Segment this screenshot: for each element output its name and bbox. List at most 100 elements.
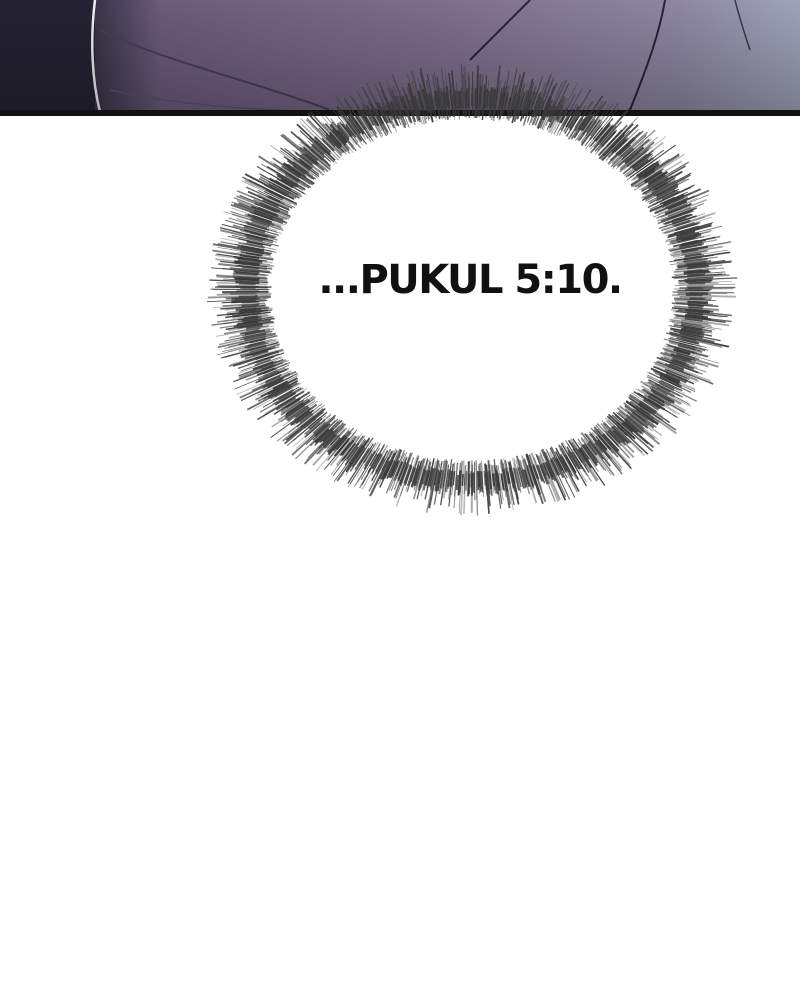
burst-line [647, 187, 692, 209]
burst-core-line [683, 271, 711, 275]
burst-core-line [286, 405, 309, 422]
burst-line [283, 162, 315, 185]
burst-line [619, 406, 648, 429]
burst-core-line [671, 359, 695, 370]
burst-line [209, 279, 268, 283]
burst-core-line [561, 456, 572, 473]
burst-core-line [670, 353, 692, 363]
burst-core-line [660, 379, 683, 392]
burst-line [525, 453, 541, 495]
burst-line [504, 460, 513, 501]
burst-core-line [284, 405, 306, 421]
burst-line [217, 246, 272, 257]
burst-core-line [389, 460, 399, 479]
burst-core-line [592, 438, 611, 459]
burst-core-line [598, 125, 614, 142]
burst-core-line [253, 209, 275, 219]
burst-core-line [650, 388, 675, 404]
burst-line [395, 452, 413, 499]
burst-core-line [647, 394, 666, 407]
burst-core-line [647, 174, 666, 187]
burst-core-line [444, 469, 451, 493]
burst-core-line [347, 118, 362, 136]
burst-line [595, 130, 617, 155]
burst-line [284, 399, 311, 418]
burst-core-line [547, 460, 555, 475]
burst-core-line [502, 469, 509, 492]
burst-line [601, 117, 639, 155]
burst-line [669, 318, 712, 327]
burst-line [667, 344, 708, 358]
burst-line [619, 146, 652, 173]
burst-line [654, 370, 696, 391]
burst-line [670, 334, 723, 348]
burst-core-line [666, 208, 695, 220]
burst-core-line [656, 184, 679, 198]
burst-line [625, 157, 653, 178]
burst-line [564, 440, 589, 477]
burst-line [669, 243, 704, 251]
burst-line [669, 337, 702, 348]
burst-core-line [684, 317, 703, 322]
burst-line [420, 459, 429, 488]
burst-line [624, 141, 664, 173]
burst-line [232, 350, 279, 367]
burst-core-line [630, 410, 647, 423]
burst-core-line [404, 465, 413, 486]
burst-line [302, 146, 332, 171]
burst-core-line [346, 442, 360, 460]
burst-line [206, 298, 267, 303]
burst-core-line [244, 329, 266, 336]
burst-line [270, 160, 307, 185]
burst-core-line [491, 473, 496, 487]
burst-line [227, 338, 277, 352]
burst-core-line [618, 139, 634, 155]
burst-core-line [651, 179, 677, 195]
burst-line [244, 173, 295, 200]
burst-core-line [664, 202, 692, 216]
burst-line [282, 400, 318, 427]
burst-core-line [241, 265, 260, 271]
burst-core-line [274, 180, 291, 191]
burst-line [250, 176, 295, 201]
burst-line [453, 462, 458, 497]
burst-line [434, 463, 441, 491]
burst-line [315, 420, 339, 444]
burst-core-line [258, 195, 280, 207]
burst-line [657, 360, 712, 382]
burst-line [577, 441, 599, 472]
burst-core-line [671, 216, 687, 224]
burst-core-line [670, 209, 693, 219]
burst-core-line [266, 199, 280, 207]
burst-line [393, 452, 412, 498]
burst-core-line [295, 409, 314, 424]
burst-core-line [478, 470, 482, 492]
burst-core-line [572, 448, 584, 464]
burst-core-line [310, 145, 326, 159]
burst-line [663, 356, 707, 373]
burst-line [281, 133, 329, 173]
burst-line [399, 456, 415, 497]
burst-line [250, 195, 289, 213]
burst-core-line [235, 307, 257, 311]
burst-core-line [621, 148, 635, 161]
burst-line [542, 448, 567, 500]
burst-line [235, 306, 269, 312]
burst-core-line [590, 121, 603, 137]
burst-core-line [342, 442, 357, 461]
burst-line [643, 172, 692, 199]
burst-line [368, 448, 392, 492]
burst-line [237, 357, 283, 374]
burst-core-line [238, 305, 256, 308]
burst-line [675, 301, 713, 306]
burst-line [259, 371, 293, 388]
burst-line [239, 220, 283, 234]
burst-core-line [452, 470, 456, 486]
burst-line [548, 451, 562, 476]
burst-line [669, 336, 700, 345]
burst-line [609, 131, 641, 161]
burst-core-line [240, 329, 260, 335]
burst-line [292, 413, 332, 447]
burst-core-line [393, 461, 403, 481]
burst-core-line [314, 140, 331, 156]
